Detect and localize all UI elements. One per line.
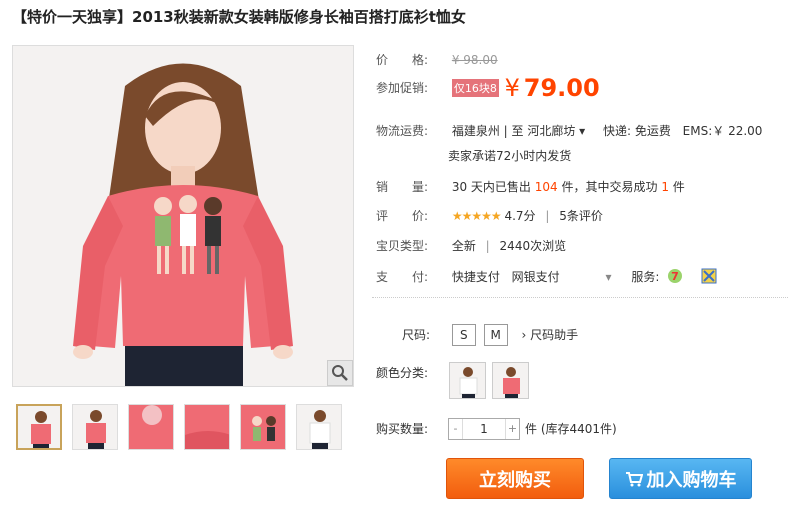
sales-suffix: 件: [672, 180, 685, 194]
size-label: 尺码:: [402, 328, 431, 342]
shipping-route[interactable]: 福建泉州 | 至 河北廊坊 ▾: [452, 122, 585, 139]
model-illustration: [13, 46, 353, 386]
svg-text:7: 7: [671, 270, 679, 283]
sales-prefix: 30 天内已售出: [451, 180, 531, 194]
size-row: 尺码: S M › 尺码助手: [402, 324, 578, 346]
promo-row: 参加促销: 仅16块8 ¥ 79.00: [376, 74, 600, 102]
promo-tag[interactable]: 仅16块8: [451, 79, 499, 97]
rating-label: 评 价:: [376, 209, 429, 223]
product-title: 【特价一天独享】2013秋装新款女装韩版修身长袖百搭打底衫t恤女: [12, 8, 466, 26]
thumbnail-4[interactable]: [184, 404, 230, 450]
promo-price: 79.00: [523, 74, 600, 102]
service-label: 服务:: [631, 270, 660, 284]
type-label: 宝贝类型:: [376, 239, 429, 253]
color-option-pink[interactable]: [492, 362, 529, 399]
ems-fee: EMS:￥ 22.00: [682, 124, 763, 138]
section-divider: [372, 297, 789, 298]
chevron-right-icon: ›: [521, 328, 527, 342]
size-helper-label: 尺码助手: [530, 328, 579, 342]
sales-mid: 件，其中交易成功: [561, 180, 658, 194]
thumbnail-6[interactable]: [296, 404, 342, 450]
quantity-input[interactable]: 1: [463, 419, 505, 439]
shipping-row: 物流运费: 福建泉州 | 至 河北廊坊 ▾ 快递: 免运费 EMS:￥ 22.0…: [376, 122, 762, 139]
add-to-cart-label: 加入购物车: [646, 469, 737, 491]
main-product-image[interactable]: [12, 45, 354, 387]
rating-row: 评 价: ★★★★★ 4.7分 | 5条评价: [376, 207, 603, 224]
thumbnail-2[interactable]: [72, 404, 118, 450]
buy-now-label: 立刻购买: [479, 469, 551, 491]
payment-row: 支 付: 快捷支付 网银支付 ▾ 服务: 7: [376, 268, 717, 287]
divider-bar: |: [485, 239, 490, 253]
quantity-stepper: - 1 +: [448, 418, 520, 440]
sold-count: 104: [534, 180, 558, 194]
shipping-label: 物流运费:: [376, 124, 429, 138]
quantity-increase-button[interactable]: +: [505, 419, 519, 439]
size-option-s[interactable]: S: [451, 324, 476, 346]
stock-info: 件 (库存4401件): [525, 422, 617, 436]
promo-label: 参加促销:: [376, 80, 429, 95]
success-count: 1: [661, 180, 669, 194]
payment-dropdown-arrow[interactable]: ▾: [606, 270, 612, 284]
color-label: 颜色分类:: [376, 366, 429, 380]
size-helper-link[interactable]: › 尺码助手: [521, 328, 578, 342]
view-count: 2440次浏览: [499, 239, 567, 253]
item-condition: 全新: [451, 239, 476, 253]
sales-label: 销 量:: [376, 180, 429, 194]
payment-method-bank: 网银支付: [511, 270, 560, 284]
price-label: 价 格:: [376, 53, 429, 67]
quantity-label: 购买数量:: [376, 422, 429, 436]
sales-row: 销 量: 30 天内已售出 104 件，其中交易成功 1 件: [376, 178, 685, 195]
divider-bar: |: [545, 209, 550, 223]
thumbnail-1[interactable]: [16, 404, 62, 450]
star-icons: ★★★★★: [451, 209, 502, 223]
type-row: 宝贝类型: 全新 | 2440次浏览: [376, 237, 566, 254]
express-fee: 快递: 免运费: [602, 124, 671, 138]
thumbnail-3[interactable]: [128, 404, 174, 450]
quantity-decrease-button[interactable]: -: [449, 419, 463, 439]
original-price: ¥ 98.00: [451, 53, 498, 67]
price-row: 价 格: ¥ 98.00: [376, 51, 498, 68]
cart-icon: [625, 471, 643, 487]
review-count[interactable]: 5条评价: [559, 209, 603, 223]
size-option-m[interactable]: M: [483, 324, 508, 346]
buy-now-button[interactable]: 立刻购买: [446, 458, 584, 499]
guarantee-icon[interactable]: [701, 268, 717, 287]
add-to-cart-button[interactable]: 加入购物车: [609, 458, 752, 499]
payment-label: 支 付:: [376, 270, 429, 284]
rating-score: 4.7分: [504, 209, 536, 223]
shipping-promise: 卖家承诺72小时内发货: [448, 149, 572, 163]
color-option-white[interactable]: [449, 362, 486, 399]
zoom-icon[interactable]: [327, 360, 353, 386]
thumbnail-5[interactable]: [240, 404, 286, 450]
currency-symbol: ¥: [504, 74, 520, 102]
seven-day-return-icon[interactable]: 7: [667, 268, 683, 287]
payment-method-quick: 快捷支付: [451, 270, 500, 284]
